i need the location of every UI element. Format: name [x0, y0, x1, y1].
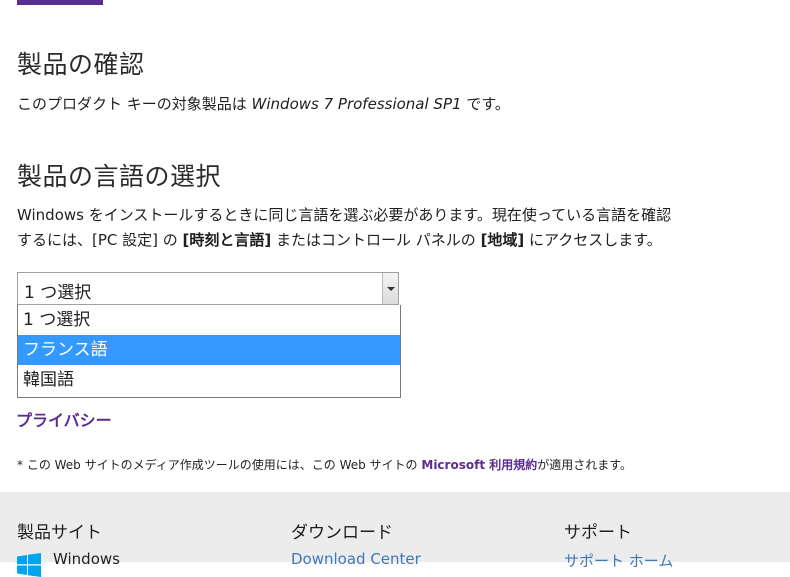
footnote-prefix: * この Web サイトのメディア作成ツールの使用には、この Web サイトの: [17, 458, 421, 472]
top-accent-bar: [17, 0, 103, 5]
footer-link-support-home[interactable]: サポート ホーム: [564, 550, 673, 571]
footer-heading-support: サポート: [564, 518, 632, 543]
language-option[interactable]: 1 つ選択: [18, 305, 400, 335]
time-language-label: [時刻と言語]: [183, 231, 272, 249]
windows-logo-icon: [17, 553, 41, 577]
lang-desc-line2a: するには、[PC 設定] の: [17, 231, 183, 249]
footer-heading-downloads: ダウンロード: [291, 518, 393, 543]
product-name: Windows 7 Professional SP1: [252, 95, 462, 113]
footer-column-downloads: ダウンロード Download Center: [291, 518, 393, 543]
footer-link-windows[interactable]: Windows: [53, 550, 120, 568]
site-footer: 製品サイト Windows ダウンロード Download Center サポー…: [0, 492, 790, 562]
language-description: Windows をインストールするときに同じ言語を選ぶ必要があります。現在使って…: [17, 203, 737, 253]
privacy-link[interactable]: プライバシー: [16, 407, 112, 431]
terms-of-use-link[interactable]: Microsoft 利用規約: [421, 458, 537, 472]
footnote-suffix: が適用されます。: [537, 458, 632, 472]
language-option-highlighted[interactable]: フランス語: [18, 335, 400, 365]
confirm-suffix: です。: [462, 95, 510, 113]
confirm-prefix: このプロダクト キーの対象製品は: [17, 95, 252, 113]
lang-desc-line2b: またはコントロール パネルの: [271, 231, 480, 249]
confirm-heading: 製品の確認: [17, 45, 145, 81]
language-option-list: 1 つ選択 フランス語 韓国語: [17, 305, 401, 398]
lang-desc-line2c: にアクセスします。: [524, 231, 662, 249]
region-label: [地域]: [481, 231, 525, 249]
footer-heading-products: 製品サイト: [17, 518, 102, 543]
language-option[interactable]: 韓国語: [18, 365, 400, 395]
footer-link-download-center[interactable]: Download Center: [291, 550, 421, 568]
language-select[interactable]: 1 つ選択: [17, 272, 399, 305]
terms-footnote: * この Web サイトのメディア作成ツールの使用には、この Web サイトの …: [17, 456, 632, 473]
lang-desc-line1: Windows をインストールするときに同じ言語を選ぶ必要があります。現在使って…: [17, 206, 671, 224]
language-heading: 製品の言語の選択: [17, 157, 221, 193]
footer-column-products: 製品サイト Windows: [17, 518, 102, 543]
confirm-text: このプロダクト キーの対象製品は Windows 7 Professional …: [17, 92, 510, 117]
language-select-value: 1 つ選択: [24, 278, 91, 303]
footer-column-support: サポート サポート ホーム: [564, 518, 632, 543]
dropdown-arrow-icon[interactable]: [382, 273, 398, 304]
